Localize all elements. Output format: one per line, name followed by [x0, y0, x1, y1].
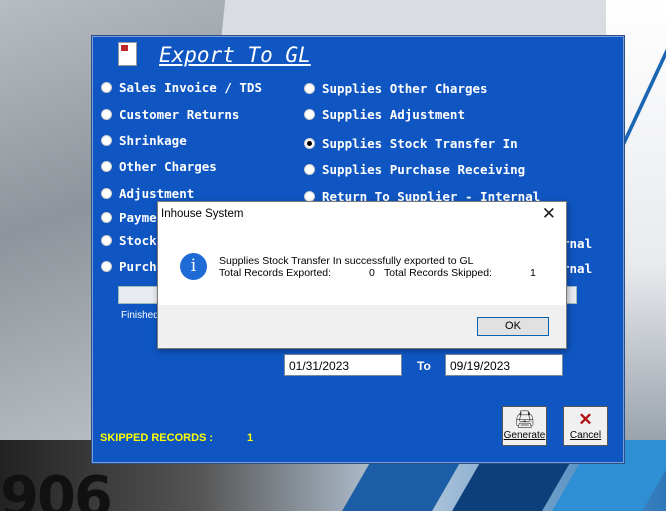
- option-sales-invoice[interactable]: Sales Invoice / TDS: [101, 80, 262, 95]
- message-dialog: Inhouse System ✕ i Supplies Stock Transf…: [157, 201, 567, 349]
- background-partial-text: 906: [0, 465, 113, 511]
- option-supplies-other-charges[interactable]: Supplies Other Charges: [304, 81, 488, 96]
- radio-button[interactable]: [101, 135, 112, 146]
- printer-icon: 🖨: [513, 410, 536, 429]
- status-text: Finished: [121, 310, 159, 321]
- option-other-charges[interactable]: Other Charges: [101, 159, 217, 174]
- dialog-title: Inhouse System: [161, 208, 244, 220]
- close-icon: ✕: [578, 410, 593, 429]
- info-icon: i: [180, 253, 207, 280]
- radio-button[interactable]: [101, 235, 112, 246]
- exported-value: 0: [369, 267, 375, 279]
- radio-button[interactable]: [101, 82, 112, 93]
- exported-label: Total Records Exported:: [219, 267, 332, 279]
- skipped-records-value: 1: [247, 432, 254, 444]
- skipped-label: Total Records Skipped:: [384, 267, 492, 279]
- radio-button-selected[interactable]: [304, 138, 315, 149]
- option-adjustment[interactable]: Adjustment: [101, 186, 194, 201]
- radio-button[interactable]: [101, 261, 112, 272]
- cancel-button[interactable]: ✕ Cancel: [563, 406, 608, 446]
- generate-button[interactable]: 🖨 Generate: [502, 406, 547, 446]
- skipped-value: 1: [530, 267, 536, 279]
- close-icon[interactable]: ✕: [542, 204, 556, 224]
- option-purchase[interactable]: Purch: [101, 259, 157, 274]
- dialog-message: Supplies Stock Transfer In successfully …: [219, 255, 474, 267]
- ok-button[interactable]: OK: [477, 317, 549, 336]
- to-label: To: [417, 359, 431, 373]
- document-icon: [118, 42, 137, 66]
- skipped-records-label: SKIPPED RECORDS :: [100, 432, 214, 444]
- date-from-field[interactable]: 01/31/2023: [284, 354, 402, 376]
- dialog-body: i Supplies Stock Transfer In successfull…: [158, 228, 566, 305]
- dialog-titlebar: Inhouse System ✕: [158, 202, 566, 228]
- window-title: Export To GL: [159, 43, 311, 67]
- option-supplies-purchase-receiving[interactable]: Supplies Purchase Receiving: [304, 162, 525, 177]
- radio-button[interactable]: [304, 83, 315, 94]
- radio-button[interactable]: [101, 212, 112, 223]
- option-customer-returns[interactable]: Customer Returns: [101, 107, 239, 122]
- radio-button[interactable]: [304, 109, 315, 120]
- option-supplies-adjustment[interactable]: Supplies Adjustment: [304, 107, 465, 122]
- radio-button[interactable]: [101, 161, 112, 172]
- option-stock[interactable]: Stock: [101, 233, 157, 248]
- option-supplies-stock-transfer-in[interactable]: Supplies Stock Transfer In: [304, 136, 518, 151]
- radio-button[interactable]: [304, 164, 315, 175]
- option-payment[interactable]: Payme: [101, 210, 157, 225]
- date-to-field[interactable]: 09/19/2023: [445, 354, 563, 376]
- radio-button[interactable]: [101, 109, 112, 120]
- radio-button[interactable]: [101, 188, 112, 199]
- option-shrinkage[interactable]: Shrinkage: [101, 133, 187, 148]
